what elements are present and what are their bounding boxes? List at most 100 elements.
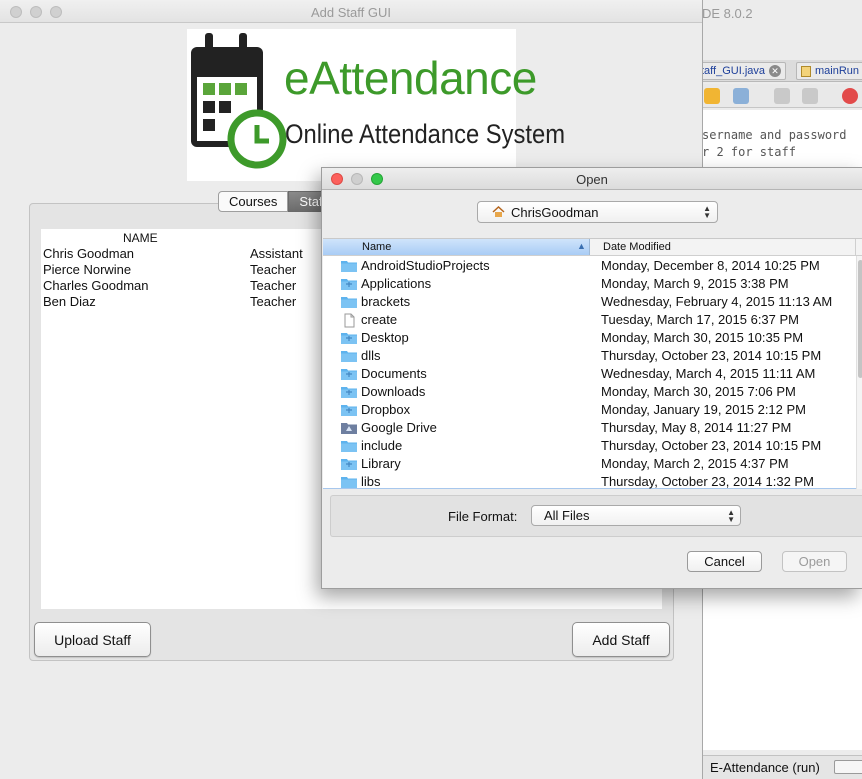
file-date-modified: Monday, March 30, 2015 10:35 PM [601,330,804,345]
file-date-modified: Monday, March 2, 2015 4:37 PM [601,456,789,471]
file-list-header: Name ▲ Date Modified [323,239,862,256]
file-browser-list[interactable]: Name ▲ Date Modified AndroidStudioProjec… [323,238,862,489]
file-format-value: All Files [544,508,590,523]
file-name: include [361,438,403,453]
file-name: Desktop [361,330,409,345]
dialog-titlebar[interactable]: Open [322,168,862,190]
updown-arrows-icon: ▲ ▼ [727,508,735,524]
staff-role: Assistant [250,246,303,261]
document-icon [341,313,357,328]
shift-right-icon[interactable] [802,88,818,104]
name-column-header[interactable]: NAME [123,231,158,245]
file-format-label: File Format: [448,509,518,524]
file-name: Dropbox [361,402,411,417]
ide-status-bar: E-Attendance (run) [700,755,862,779]
list-item[interactable]: Downloads Monday, March 30, 2015 7:06 PM [323,383,853,401]
applications-folder-icon [341,277,357,290]
ide-tab-label: mainRun [815,65,860,77]
staff-name: Pierce Norwine [43,262,132,277]
downloads-folder-icon [341,385,357,398]
column-divider [855,239,856,255]
list-item[interactable]: Desktop Monday, March 30, 2015 10:35 PM [323,329,853,347]
tab-courses[interactable]: Courses [218,191,289,212]
file-format-area: File Format: All Files ▲ ▼ [330,495,862,537]
library-folder-icon [341,457,357,470]
scrollbar-thumb[interactable] [858,260,862,378]
file-name: Downloads [361,384,426,399]
calendar-clock-icon [191,33,287,169]
table-row[interactable]: Pierce Norwine Teacher [43,262,296,277]
folder-icon [341,439,357,452]
logo-brand-text: eAttendance [284,52,537,104]
file-date-modified: Thursday, October 23, 2014 10:15 PM [601,348,822,363]
window-titlebar[interactable]: Add Staff GUI [0,0,702,23]
home-icon [492,206,505,217]
file-date-modified: Tuesday, March 17, 2015 6:37 PM [601,312,799,327]
step-into-icon[interactable] [704,88,720,104]
table-row[interactable]: Chris Goodman Assistant [43,246,303,261]
list-item[interactable]: libs Thursday, October 23, 2014 1:32 PM [323,473,853,491]
google-drive-folder-icon [341,421,357,434]
progress-box [834,760,862,774]
updown-arrows-icon: ▲ ▼ [703,204,711,220]
ide-tab-bar: taff_GUI.java ✕ mainRun [700,60,862,82]
sort-ascending-icon: ▲ [577,241,586,251]
list-item[interactable]: create Tuesday, March 17, 2015 6:37 PM [323,311,853,329]
step-out-icon[interactable] [733,88,749,104]
name-column-header[interactable]: Name ▲ [323,239,590,255]
file-date-modified: Monday, March 30, 2015 7:06 PM [601,384,796,399]
stop-icon[interactable] [842,88,858,104]
staff-name: Chris Goodman [43,246,135,261]
staff-role: Teacher [250,278,297,293]
window-title: Add Staff GUI [311,5,391,20]
logo-tagline: Online Attendance System [285,119,566,149]
location-label: ChrisGoodman [511,204,599,220]
dropbox-folder-icon [341,403,357,416]
list-item[interactable]: Documents Wednesday, March 4, 2015 11:11 … [323,365,853,383]
file-name: Library [361,456,401,471]
file-name: Documents [361,366,427,381]
file-name: Applications [361,276,432,291]
folder-icon [341,349,357,362]
open-button[interactable]: Open [782,551,847,572]
file-date-modified: Thursday, May 8, 2014 11:27 PM [601,420,792,435]
ide-tab-mainrun[interactable]: mainRun [796,62,862,80]
name-column-label: Name [362,241,392,253]
list-item[interactable]: brackets Wednesday, February 4, 2015 11:1… [323,293,853,311]
file-list-scrollbar[interactable] [856,256,862,489]
list-item[interactable]: Dropbox Monday, January 19, 2015 2:12 PM [323,401,853,419]
ide-tab-staff-gui[interactable]: taff_GUI.java ✕ [700,62,786,80]
date-modified-column-header[interactable]: Date Modified [603,241,671,253]
close-tab-icon[interactable]: ✕ [769,65,781,77]
table-row[interactable]: Ben Diaz Teacher [43,294,296,309]
list-item[interactable]: include Thursday, October 23, 2014 10:15 … [323,437,853,455]
list-item[interactable]: Library Monday, March 2, 2015 4:37 PM [323,455,853,473]
desktop-folder-icon [341,331,357,344]
file-name: create [361,312,398,327]
code-line: r 2 for staff [702,145,796,159]
tab-bar: Courses Staff [218,191,329,212]
list-item[interactable]: Applications Monday, March 9, 2015 3:38 P… [323,275,853,293]
file-format-dropdown[interactable]: All Files ▲ ▼ [531,505,741,526]
location-dropdown[interactable]: ChrisGoodman ▲ ▼ [477,201,718,223]
list-item[interactable]: AndroidStudioProjects Monday, December 8,… [323,257,853,275]
cancel-button[interactable]: Cancel [687,551,762,572]
ide-toolbar [700,84,862,108]
shift-left-icon[interactable] [774,88,790,104]
file-date-modified: Monday, January 19, 2015 2:12 PM [601,402,806,417]
ide-tab-label: taff_GUI.java [701,65,765,77]
file-date-modified: Monday, December 8, 2014 10:25 PM [601,258,820,273]
file-date-modified: Thursday, October 23, 2014 10:15 PM [601,438,822,453]
file-name: Google Drive [361,420,437,435]
file-name: brackets [361,294,411,309]
file-name: AndroidStudioProjects [361,258,490,273]
ide-title: DE 8.0.2 [702,6,753,21]
upload-staff-button[interactable]: Upload Staff [34,622,151,657]
list-item[interactable]: Google Drive Thursday, May 8, 2014 11:27 … [323,419,853,437]
folder-icon [341,295,357,308]
table-row[interactable]: Charles Goodman Teacher [43,278,296,293]
list-item[interactable]: dlls Thursday, October 23, 2014 10:15 PM [323,347,853,365]
file-name: dlls [361,348,381,363]
run-status-text: E-Attendance (run) [710,760,820,775]
add-staff-button[interactable]: Add Staff [572,622,670,657]
